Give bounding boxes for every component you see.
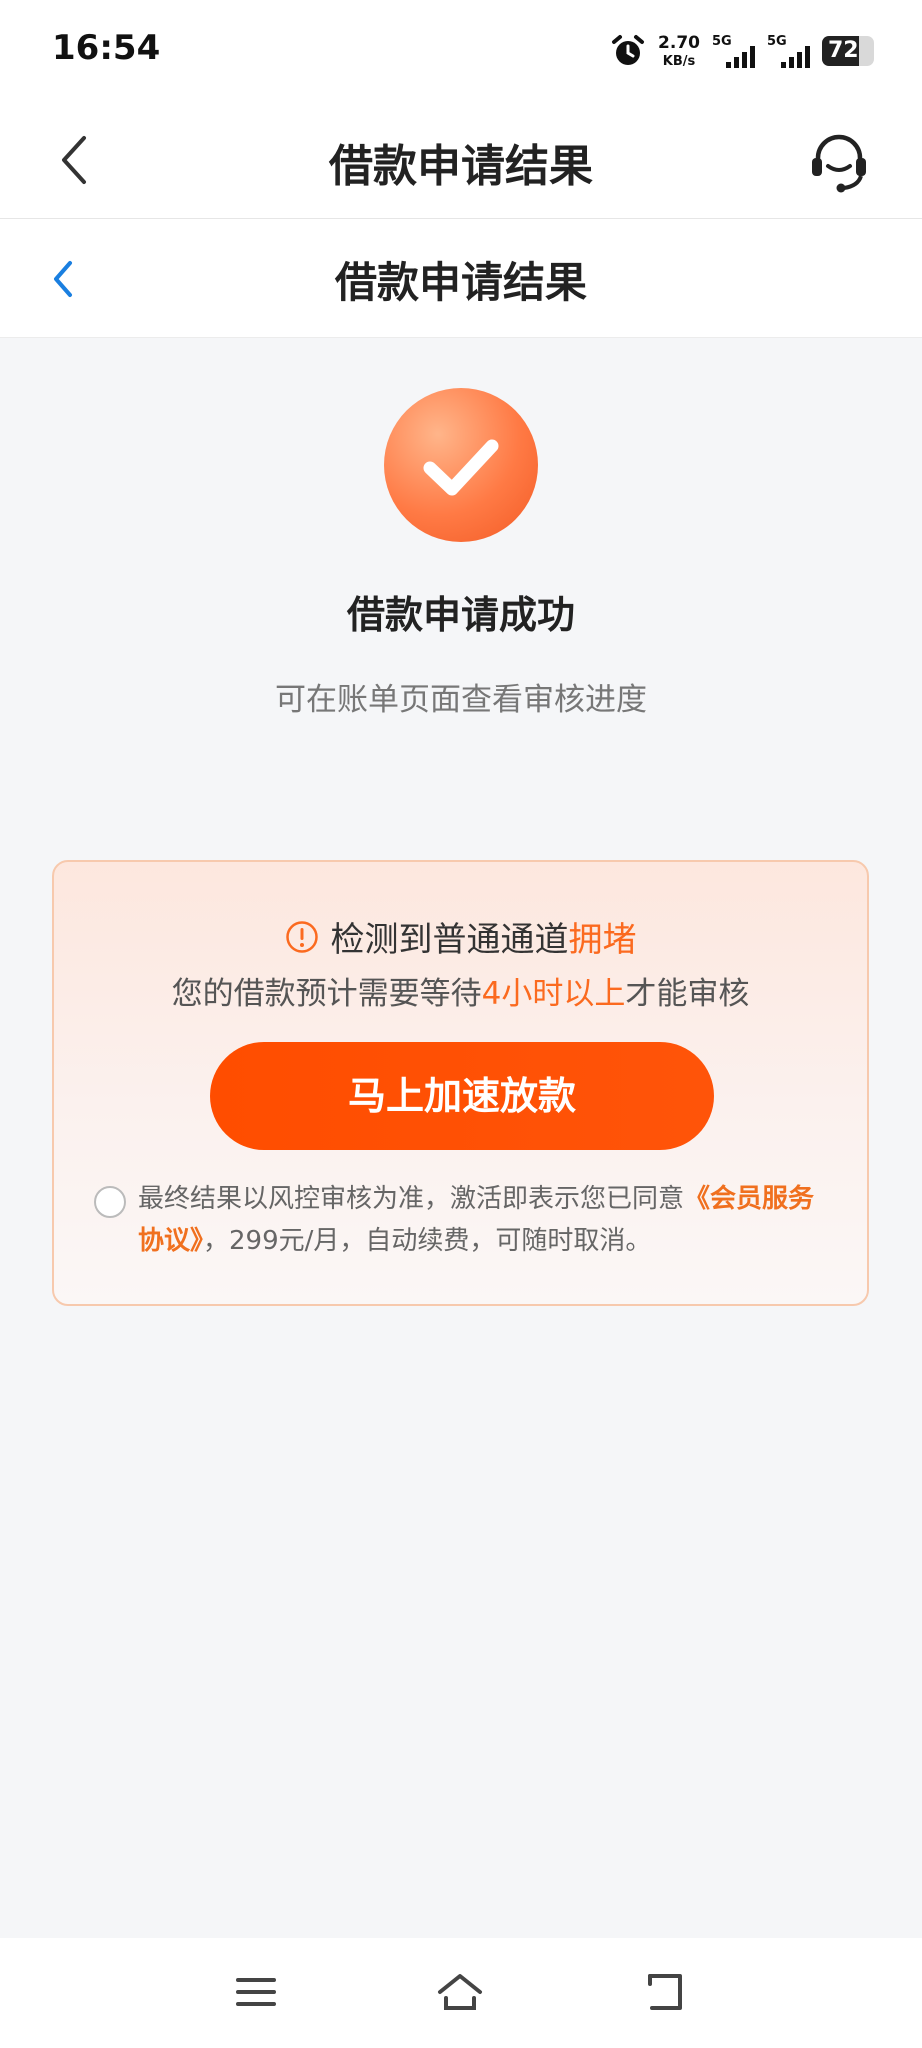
agreement-fee-note: ，299元/月，自动续费，可随时取消。 bbox=[203, 1226, 652, 1256]
back-icon[interactable] bbox=[642, 1968, 690, 2016]
agreement-row: 最终结果以风控审核为准，激活即表示您已同意《会员服务协议》，299元/月，自动续… bbox=[94, 1178, 834, 1262]
success-check-icon bbox=[384, 388, 538, 542]
alarm-icon bbox=[612, 35, 645, 65]
menu-icon[interactable] bbox=[232, 1968, 280, 2016]
page-title: 借款申请结果 bbox=[329, 141, 593, 192]
network-speed-value: 2.70 bbox=[658, 32, 700, 53]
secondary-title: 借款申请结果 bbox=[334, 258, 587, 307]
agreement-body: 最终结果以风控审核为准，激活即表示您已同意 bbox=[138, 1184, 685, 1214]
network-type-label: 5G bbox=[712, 34, 732, 49]
home-icon[interactable] bbox=[436, 1968, 484, 2016]
battery-icon: 72 bbox=[822, 36, 874, 66]
warning-highlight: 拥堵 bbox=[568, 920, 637, 960]
signal-icon-sim2: 5G bbox=[767, 34, 810, 68]
result-title: 借款申请成功 bbox=[346, 593, 575, 637]
network-type-label: 5G bbox=[767, 34, 787, 49]
wait-prefix: 您的借款预计需要等待 bbox=[171, 976, 482, 1012]
network-speed: 2.70 KB/s bbox=[658, 32, 700, 69]
signal-icon-sim1: 5G bbox=[712, 34, 755, 68]
agreement-text: 最终结果以风控审核为准，激活即表示您已同意《会员服务协议》，299元/月，自动续… bbox=[138, 1178, 834, 1262]
agreement-radio[interactable] bbox=[94, 1186, 126, 1218]
top-navigation-bar: 借款申请结果 bbox=[0, 100, 922, 219]
result-subtitle: 可在账单页面查看审核进度 bbox=[275, 682, 647, 718]
battery-level: 72 bbox=[828, 38, 859, 63]
wait-suffix: 才能审核 bbox=[625, 976, 750, 1012]
wait-time-notice: 您的借款预计需要等待4小时以上才能审核 bbox=[54, 968, 867, 1013]
wait-highlight: 4小时以上 bbox=[481, 976, 626, 1012]
accelerate-card: 检测到普通通道 拥堵 您的借款预计需要等待4小时以上才能审核 马上加速放款 最终结… bbox=[52, 860, 869, 1306]
customer-service-icon[interactable] bbox=[808, 130, 870, 194]
congestion-warning: 检测到普通通道 拥堵 bbox=[54, 912, 867, 961]
warning-circle-icon bbox=[285, 920, 318, 953]
accelerate-loan-button[interactable]: 马上加速放款 bbox=[210, 1042, 714, 1150]
system-navigation-bar bbox=[0, 1938, 922, 2048]
network-speed-unit: KB/s bbox=[662, 53, 696, 69]
status-bar: 16:54 2.70 KB/s 5G 5G 72 bbox=[0, 0, 922, 100]
secondary-header: 借款申请结果 bbox=[0, 219, 922, 338]
status-indicators: 2.70 KB/s 5G 5G 72 bbox=[610, 28, 874, 74]
status-time: 16:54 bbox=[52, 28, 161, 68]
warning-text: 检测到普通通道 bbox=[330, 920, 569, 960]
